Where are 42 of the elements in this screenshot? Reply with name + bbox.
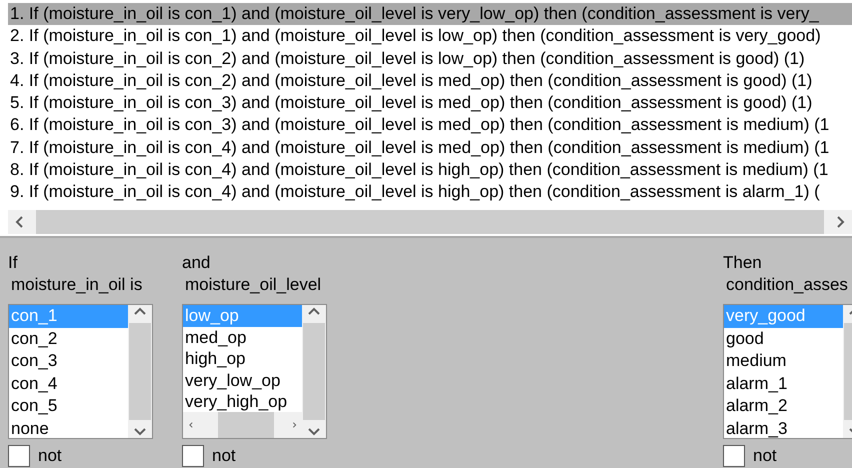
horizontal-scrollbar[interactable] (183, 412, 302, 438)
variable-label: condition_asses (725, 274, 848, 296)
vertical-scrollbar[interactable] (128, 305, 152, 438)
list-item[interactable]: alarm_3 (724, 418, 843, 438)
list-item[interactable]: good (724, 328, 843, 350)
rule-item[interactable]: 7. If (moisture_in_oil is con_4) and (moisture_oil_level is med_op) then (condition_assessment is medium) (1 (8, 136, 852, 160)
checkbox[interactable] (723, 445, 745, 467)
list-item[interactable]: med_op (183, 326, 302, 348)
list-item[interactable]: con_4 (9, 372, 128, 395)
variable-label: moisture_in_oil is (10, 274, 142, 296)
list-item[interactable]: con_3 (9, 350, 128, 372)
checkbox-label: not (38, 445, 62, 467)
rule-item[interactable]: 3. If (moisture_in_oil is con_2) and (moisture_oil_level is low_op) then (condition_assessment is good) (1) (8, 48, 852, 70)
list-item[interactable]: high_op (183, 348, 302, 370)
list-item[interactable]: very_high_op (183, 391, 302, 412)
rule-item[interactable]: 2. If (moisture_in_oil is con_1) and (moisture_oil_level is low_op) then (condition_assessment is very_good) (8, 25, 852, 48)
list-item[interactable]: alarm_2 (724, 395, 843, 418)
list-item[interactable]: con_5 (9, 395, 128, 418)
rule-item[interactable]: 6. If (moisture_in_oil is con_3) and (moisture_oil_level is med_op) then (condition_assessment is medium) (1 (8, 114, 852, 137)
list-item[interactable]: medium (724, 350, 843, 372)
listbox[interactable]: low_op med_op high_op very_low_op very_high_op (182, 304, 327, 439)
checkbox[interactable] (182, 445, 204, 467)
list-item[interactable]: very_low_op (183, 370, 302, 391)
list-item[interactable]: con_2 (9, 328, 128, 350)
rule-item[interactable]: 8. If (moisture_in_oil is con_4) and (moisture_oil_level is high_op) then (condition_assessment is medium) (1 (8, 159, 852, 182)
rule-item[interactable]: 5. If (moisture_in_oil is con_3) and (moisture_oil_level is med_op) then (condition_assessment is good) (1) (8, 92, 852, 114)
scrollbar-thumb[interactable] (303, 323, 325, 420)
list-item[interactable]: none (9, 418, 128, 438)
connective-label: If (8, 252, 18, 274)
rule-item[interactable]: 9. If (moisture_in_oil is con_4) and (moisture_oil_level is high_op) then (condition_assessment is alarm_1) ( (8, 181, 852, 204)
checkbox[interactable] (8, 445, 30, 467)
connective-label: and (182, 252, 210, 274)
checkbox-label: not (753, 445, 777, 467)
scrollbar-thumb[interactable] (129, 323, 151, 420)
variable-label: moisture_oil_level (184, 274, 322, 296)
rule-item[interactable]: 1. If (moisture_in_oil is con_1) and (moisture_oil_level is very_low_op) then (condition_assessment is very_ (8, 3, 852, 26)
rule-item[interactable]: 4. If (moisture_in_oil is con_2) and (moisture_oil_level is med_op) then (condition_assessment is good) (1) (8, 70, 852, 92)
checkbox-label: not (212, 445, 236, 467)
vertical-scrollbar[interactable] (302, 305, 326, 438)
scrollbar-thumb[interactable] (218, 412, 274, 438)
list-item[interactable]: alarm_1 (724, 372, 843, 395)
connective-label: Then (723, 252, 762, 274)
